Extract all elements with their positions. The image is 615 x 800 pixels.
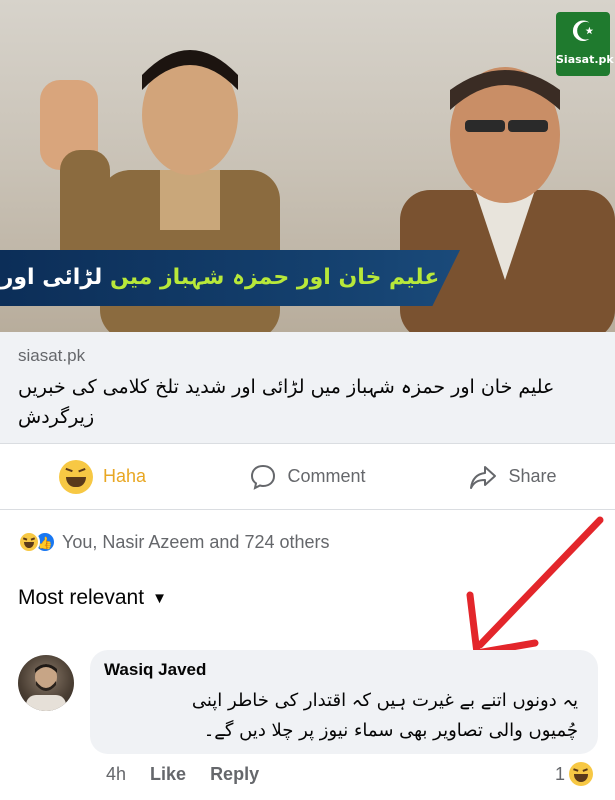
reactions-summary-text: You, Nasir Azeem and 724 others — [62, 531, 330, 552]
reaction-icons: 👍 — [18, 531, 56, 553]
post-action-bar: Haha Comment Share — [0, 444, 615, 510]
reactions-summary[interactable]: 👍 You, Nasir Azeem and 724 others — [18, 527, 330, 557]
link-preview-image[interactable]: ☪ Siasat.pk علیم خان اور حمزہ شہباز میں … — [0, 0, 615, 332]
haha-emoji-icon — [18, 531, 40, 553]
comment-bubble[interactable]: Wasiq Javed یہ دونوں اتنے بے غیرت ہیں کہ… — [90, 650, 598, 754]
comment-time[interactable]: 4h — [106, 764, 126, 785]
link-headline: علیم خان اور حمزہ شہباز میں لڑائی اور شد… — [18, 376, 555, 428]
chevron-down-icon: ▼ — [152, 589, 167, 607]
crescent-star-icon: ☪ — [570, 15, 596, 48]
comment-author[interactable]: Wasiq Javed — [104, 660, 206, 680]
comment-meta: 4h Like Reply — [106, 764, 259, 785]
haha-emoji-icon — [569, 762, 594, 786]
link-caption[interactable]: siasat.pk علیم خان اور حمزہ شہباز میں لڑ… — [0, 332, 615, 444]
comment-button[interactable]: Comment — [205, 463, 410, 491]
comment-sort-dropdown[interactable]: Most relevant ▼ — [18, 586, 167, 610]
siasat-logo: ☪ Siasat.pk — [556, 12, 614, 76]
source-domain: siasat.pk — [18, 346, 86, 365]
haha-reaction-button[interactable]: Haha — [0, 459, 205, 494]
haha-emoji-icon — [58, 459, 93, 494]
red-arrow-annotation — [466, 516, 604, 657]
comment-text: یہ دونوں اتنے بے غیرت ہیں کہ اقتدار کی خ… — [191, 690, 578, 741]
avatar[interactable] — [18, 655, 74, 711]
share-arrow-icon — [470, 465, 497, 489]
avatar-photo — [26, 664, 66, 711]
comment-reply-button[interactable]: Reply — [210, 764, 259, 785]
preview-headline-banner: علیم خان اور حمزہ شہباز میں لڑائی اور شد… — [0, 250, 460, 306]
comment-bubble-icon — [251, 464, 276, 490]
comment-like-button[interactable]: Like — [150, 764, 186, 785]
share-button[interactable]: Share — [410, 463, 615, 491]
comment-reaction-count[interactable]: 1 — [555, 762, 594, 786]
